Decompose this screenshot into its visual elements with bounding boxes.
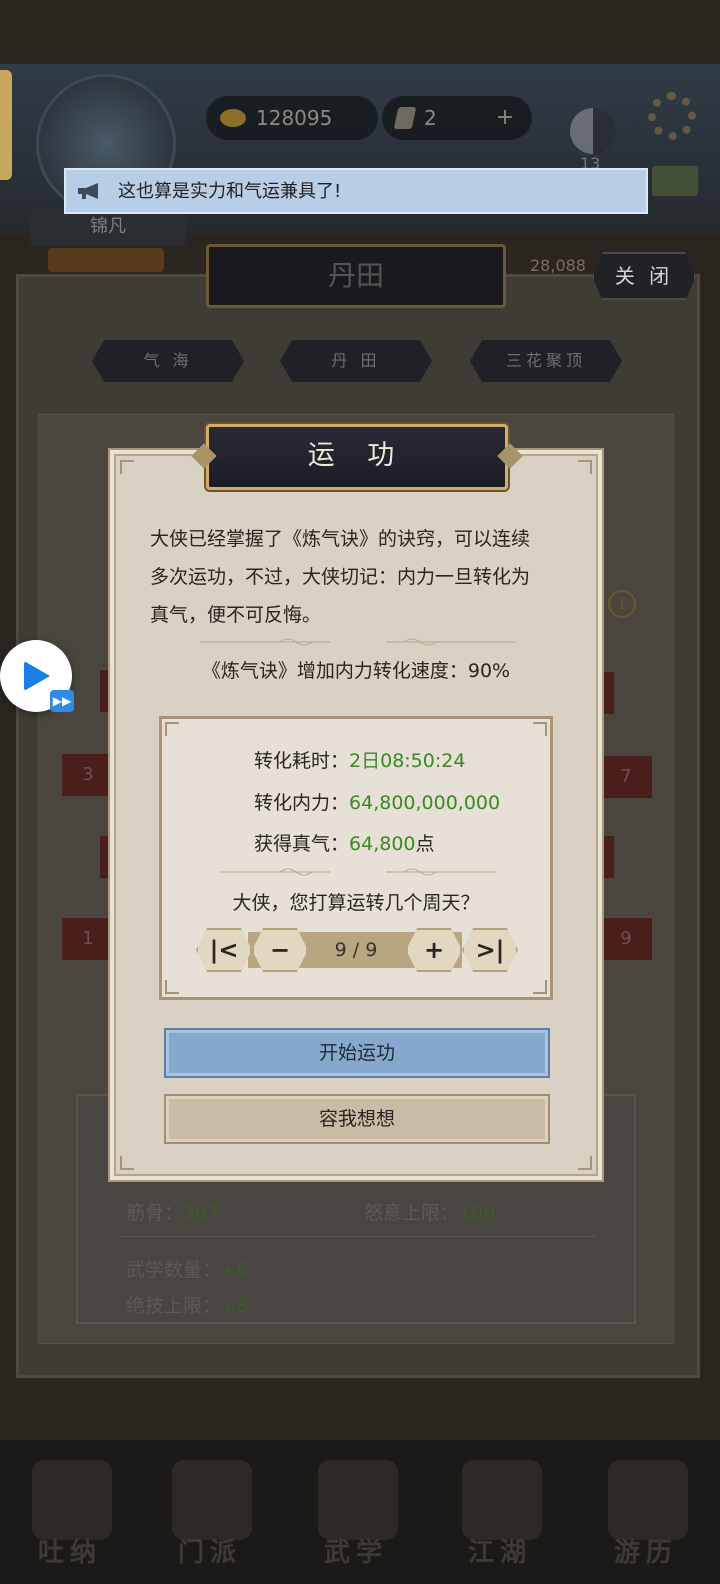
fast-forward-icon[interactable]: ▶▶ bbox=[50, 690, 74, 712]
jianghu-icon bbox=[462, 1460, 542, 1540]
corner-ornament bbox=[120, 1156, 134, 1170]
nav-label: 吐纳 bbox=[37, 1538, 102, 1568]
divider bbox=[120, 1236, 596, 1237]
youli-icon bbox=[608, 1460, 688, 1540]
slot-left-1[interactable]: 1 bbox=[62, 918, 114, 960]
corner-ornament bbox=[533, 722, 547, 736]
speed-bonus-text: 《炼气诀》增加内力转化速度：90% bbox=[201, 660, 511, 682]
conversion-zhenqi: 获得真气：64,800点 bbox=[254, 829, 435, 856]
add-gems-button[interactable]: + bbox=[490, 104, 520, 134]
nav-label: 门派 bbox=[177, 1538, 242, 1568]
time-value: 2日08:50:24 bbox=[349, 750, 466, 772]
zhenqi-value: 64,800 bbox=[349, 833, 416, 855]
notice-banner: 这也算是实力和气运兼具了! bbox=[64, 168, 648, 214]
cycle-stepper: |< − 9 / 9 + >| bbox=[196, 928, 518, 972]
neili-label: 转化内力： bbox=[254, 792, 350, 814]
slot-right-mid[interactable] bbox=[596, 836, 614, 878]
slot-left-3[interactable]: 3 bbox=[62, 754, 114, 796]
rank-button[interactable] bbox=[48, 248, 164, 272]
start-yungong-button[interactable]: 开始运功 bbox=[164, 1028, 550, 1078]
megaphone-icon bbox=[78, 183, 98, 199]
conversion-time: 转化耗时：2日08:50:24 bbox=[254, 746, 465, 773]
minus-icon: − bbox=[269, 936, 291, 964]
nav-tuna[interactable]: 吐纳 bbox=[10, 1450, 130, 1580]
yinyang-icon[interactable] bbox=[570, 108, 616, 154]
slot-right-7[interactable]: 7 bbox=[600, 756, 652, 798]
corner-ornament bbox=[578, 460, 592, 474]
play-icon bbox=[24, 661, 50, 691]
zhenqi-label: 获得真气： bbox=[254, 833, 350, 855]
mail-icon[interactable] bbox=[652, 166, 698, 196]
ornament-divider bbox=[200, 638, 516, 646]
cycle-counter: 9 / 9 bbox=[334, 939, 378, 961]
slot-right-top[interactable] bbox=[596, 672, 614, 714]
info-icon[interactable]: ! bbox=[608, 590, 636, 618]
slot-right-9[interactable]: 9 bbox=[600, 918, 652, 960]
side-tab[interactable] bbox=[0, 70, 12, 180]
first-button[interactable]: |< bbox=[196, 928, 252, 972]
corner-ornament bbox=[165, 722, 179, 736]
minus-button[interactable]: − bbox=[252, 928, 308, 972]
wuxue-icon bbox=[318, 1460, 398, 1540]
tab-dantian[interactable]: 丹 田 bbox=[280, 340, 432, 382]
menpai-icon bbox=[172, 1460, 252, 1540]
description-line: 大侠已经掌握了《炼气诀》的诀窍，可以连续 bbox=[150, 528, 531, 550]
stat-nuyi: 怒意上限：100 bbox=[364, 1202, 496, 1224]
corner-ornament bbox=[120, 460, 134, 474]
tab-sanhua[interactable]: 三花聚顶 bbox=[470, 340, 622, 382]
description-line: 多次运功，不过，大侠切记：内力一旦转化为 bbox=[150, 566, 531, 588]
corner-ornament bbox=[165, 980, 179, 994]
corner-ornament bbox=[533, 980, 547, 994]
gold-counter: 128095 bbox=[206, 96, 378, 140]
time-label: 转化耗时： bbox=[254, 750, 350, 772]
stat-wuxue: 武学数量：+6 bbox=[126, 1259, 250, 1281]
nav-youli[interactable]: 游历 bbox=[586, 1450, 706, 1580]
nav-wuxue[interactable]: 武学 bbox=[296, 1450, 416, 1580]
settings-gear-icon[interactable] bbox=[648, 92, 696, 140]
close-button[interactable]: 关 闭 bbox=[592, 252, 696, 300]
cycle-question: 大侠，您打算运转几个周天？ bbox=[232, 892, 480, 914]
gem-value: 2 bbox=[424, 106, 437, 130]
nav-jianghu[interactable]: 江湖 bbox=[440, 1450, 560, 1580]
gold-value: 128095 bbox=[256, 106, 333, 130]
neili-value: 64,800,000,000 bbox=[349, 792, 501, 814]
think-again-button[interactable]: 容我想想 bbox=[164, 1094, 550, 1144]
ornament-divider bbox=[220, 868, 496, 876]
power-value: 28,088 bbox=[530, 256, 586, 275]
corner-ornament bbox=[578, 1156, 592, 1170]
stat-jueji: 绝技上限：+8 bbox=[126, 1295, 250, 1317]
plus-icon: + bbox=[423, 936, 445, 964]
tuna-icon bbox=[32, 1460, 112, 1540]
skip-first-icon: |< bbox=[209, 936, 239, 964]
coin-icon bbox=[220, 109, 246, 127]
nav-label: 游历 bbox=[613, 1538, 678, 1568]
gem-icon bbox=[393, 107, 417, 129]
description-line: 真气，便不可反悔。 bbox=[150, 604, 322, 626]
plus-button[interactable]: + bbox=[406, 928, 462, 972]
notice-text: 这也算是实力和气运兼具了! bbox=[118, 181, 342, 202]
dialog-description: 大侠已经掌握了《炼气诀》的诀窍，可以连续 多次运功，不过，大侠切记：内力一旦转化… bbox=[150, 520, 572, 634]
nav-label: 江湖 bbox=[467, 1538, 532, 1568]
skip-last-icon: >| bbox=[475, 936, 505, 964]
dialog-title: 运 功 bbox=[206, 424, 508, 490]
zhenqi-unit: 点 bbox=[415, 833, 435, 855]
nav-menpai[interactable]: 门派 bbox=[150, 1450, 270, 1580]
conversion-neili: 转化内力：64,800,000,000 bbox=[254, 788, 500, 815]
tab-qihai[interactable]: 气 海 bbox=[92, 340, 244, 382]
last-button[interactable]: >| bbox=[462, 928, 518, 972]
stat-jingu: 筋骨：367 bbox=[126, 1202, 220, 1224]
nav-label: 武学 bbox=[323, 1538, 388, 1568]
panel-title: 丹田 bbox=[206, 244, 506, 308]
